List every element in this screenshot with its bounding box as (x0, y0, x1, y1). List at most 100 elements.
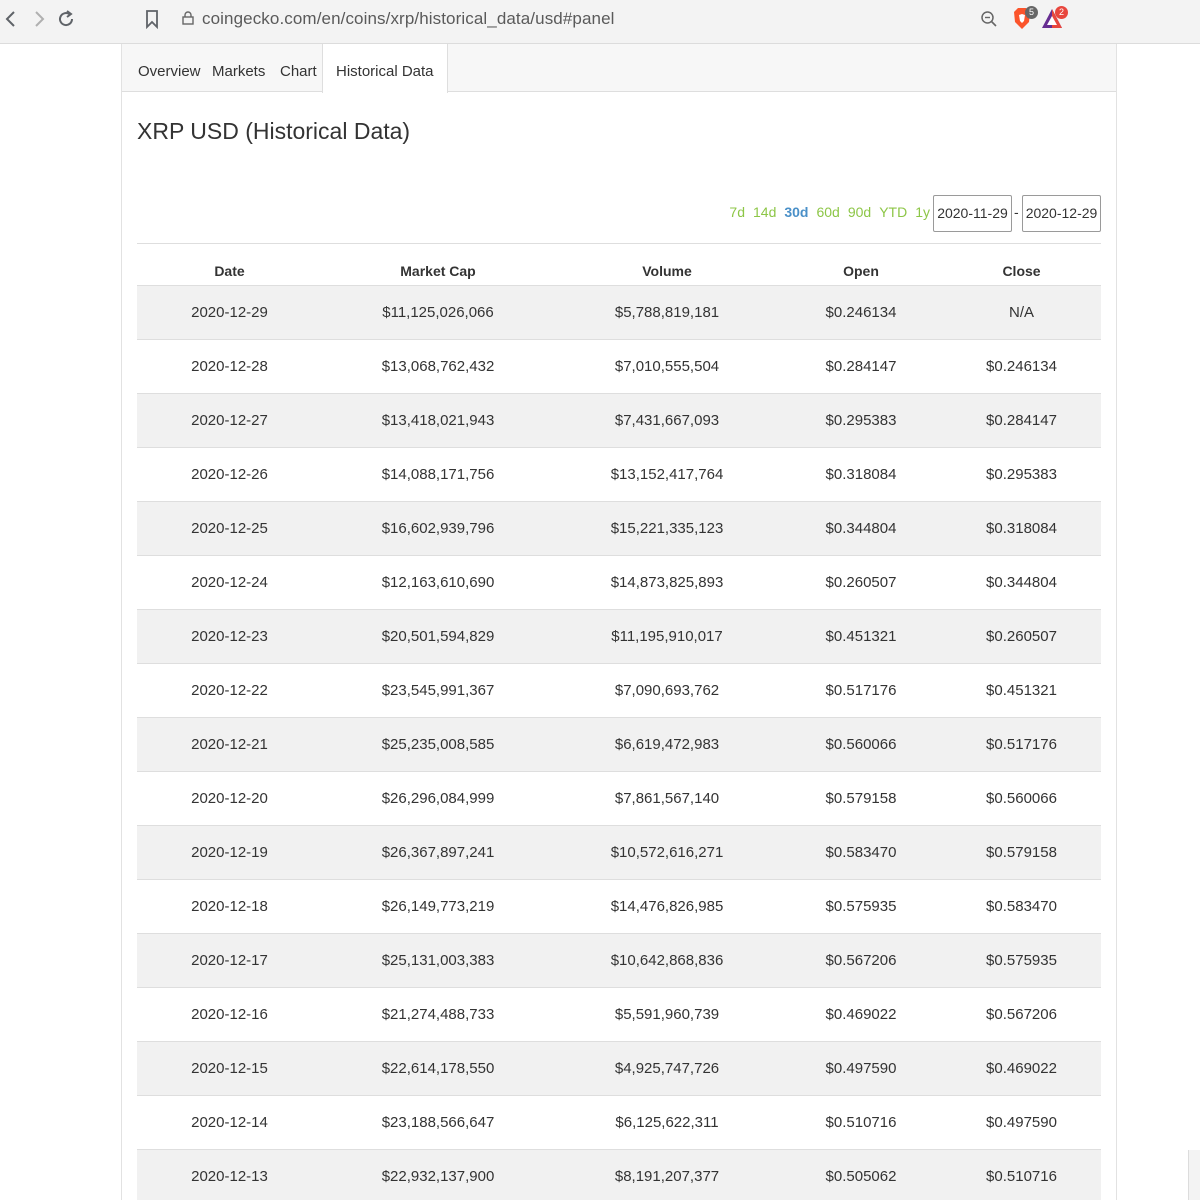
zoom-icon[interactable] (980, 10, 998, 28)
cell-market-cap: $12,163,610,690 (381, 574, 495, 591)
cell-date: 2020-12-19 (191, 844, 268, 861)
cell-close: $0.295383 (986, 466, 1057, 483)
cell-volume: $5,788,819,181 (614, 304, 720, 321)
table-row: 2020-12-13 $22,932,137,900 $8,191,207,377 $… (137, 1150, 1101, 1200)
cell-volume: $13,152,417,764 (610, 466, 724, 483)
table-body: 2020-12-29 $11,125,026,066 $5,788,819,181 $… (137, 286, 1101, 1200)
table-row: 2020-12-16 $21,274,488,733 $5,591,960,739 $… (137, 988, 1101, 1042)
cell-open: $0.344804 (825, 520, 897, 537)
bookmark-icon[interactable] (144, 9, 160, 30)
cell-date: 2020-12-22 (191, 682, 268, 699)
cell-date: 2020-12-28 (191, 358, 268, 375)
table-row: 2020-12-22 $23,545,991,367 $7,090,693,762 $… (137, 664, 1101, 718)
coin-panel: Overview Markets Chart Historical Data X… (121, 44, 1117, 1200)
cell-market-cap: $13,068,762,432 (381, 358, 495, 375)
cell-date: 2020-12-29 (191, 304, 268, 321)
table-row: 2020-12-24 $12,163,610,690 $14,873,825,893… (137, 556, 1101, 610)
cell-date: 2020-12-27 (191, 412, 268, 429)
back-icon[interactable] (0, 8, 22, 30)
cell-close: $0.284147 (986, 412, 1057, 429)
cell-date: 2020-12-25 (191, 520, 268, 537)
tab-markets[interactable]: Markets (212, 44, 265, 92)
cell-date: 2020-12-15 (191, 1060, 268, 1077)
range-7d[interactable]: 7d (729, 204, 745, 220)
tab-historical-data[interactable]: Historical Data (322, 44, 448, 93)
cell-market-cap: $22,932,137,900 (381, 1168, 495, 1185)
cell-market-cap: $25,235,008,585 (381, 736, 495, 753)
header-close: Close (1002, 263, 1041, 279)
header-date: Date (214, 263, 245, 279)
cell-close: $0.575935 (986, 952, 1057, 969)
cell-volume: $7,861,567,140 (614, 790, 720, 807)
range-ytd[interactable]: YTD (879, 204, 907, 220)
reload-icon[interactable] (55, 8, 77, 30)
table-row: 2020-12-15 $22,614,178,550 $4,925,747,726 $… (137, 1042, 1101, 1096)
header-volume: Volume (642, 263, 692, 279)
range-60d[interactable]: 60d (816, 204, 839, 220)
range-14d[interactable]: 14d (753, 204, 776, 220)
cell-open: $0.295383 (825, 412, 897, 429)
cell-volume: $14,873,825,893 (610, 574, 724, 591)
cell-close: $0.579158 (986, 844, 1057, 861)
table-row: 2020-12-20 $26,296,084,999 $7,861,567,140 $… (137, 772, 1101, 826)
cell-close: $0.344804 (986, 574, 1057, 591)
table-row: 2020-12-26 $14,088,171,756 $13,152,417,764… (137, 448, 1101, 502)
cell-open: $0.284147 (825, 358, 897, 375)
historical-data-table: Date Market Cap Volume Open Close 2020-1… (137, 243, 1101, 1200)
cell-market-cap: $26,367,897,241 (381, 844, 495, 861)
cell-close: $0.497590 (986, 1114, 1057, 1131)
table-row: 2020-12-29 $11,125,026,066 $5,788,819,181 $… (137, 286, 1101, 340)
cell-date: 2020-12-18 (191, 898, 268, 915)
cell-date: 2020-12-26 (191, 466, 268, 483)
date-to-input[interactable]: 2020-12-29 (1022, 195, 1101, 232)
address-bar[interactable]: coingecko.com/en/coins/xrp/historical_da… (172, 2, 1068, 36)
cell-open: $0.583470 (825, 844, 897, 861)
cell-volume: $14,476,826,985 (610, 898, 724, 915)
range-1y[interactable]: 1y (915, 204, 930, 220)
date-from-input[interactable]: 2020-11-29 (933, 195, 1012, 232)
cell-open: $0.510716 (825, 1114, 897, 1131)
brave-shields-icon[interactable]: 5 (1010, 6, 1038, 32)
cell-market-cap: $16,602,939,796 (381, 520, 495, 537)
scrollbar[interactable] (1188, 1150, 1200, 1200)
shields-count-badge: 5 (1025, 6, 1038, 19)
header-open: Open (843, 263, 879, 279)
table-row: 2020-12-21 $25,235,008,585 $6,619,472,983 $… (137, 718, 1101, 772)
cell-close: $0.246134 (986, 358, 1057, 375)
range-selector: 7d 14d 30d 60d 90d YTD 1y (721, 204, 930, 220)
tab-chart[interactable]: Chart (280, 44, 317, 92)
table-row: 2020-12-27 $13,418,021,943 $7,431,667,093 $… (137, 394, 1101, 448)
cell-market-cap: $13,418,021,943 (381, 412, 495, 429)
cell-date: 2020-12-23 (191, 628, 268, 645)
browser-toolbar: coingecko.com/en/coins/xrp/historical_da… (0, 0, 1200, 44)
cell-date: 2020-12-13 (191, 1168, 268, 1185)
cell-volume: $5,591,960,739 (614, 1006, 720, 1023)
cell-market-cap: $26,296,084,999 (381, 790, 495, 807)
header-market-cap: Market Cap (400, 263, 476, 279)
cell-market-cap: $26,149,773,219 (381, 898, 495, 915)
tab-overview[interactable]: Overview (138, 44, 201, 92)
table-row: 2020-12-14 $23,188,566,647 $6,125,622,311 $… (137, 1096, 1101, 1150)
lock-icon (182, 11, 194, 25)
cell-open: $0.318084 (825, 466, 897, 483)
range-90d[interactable]: 90d (848, 204, 871, 220)
cell-date: 2020-12-16 (191, 1006, 268, 1023)
cell-open: $0.497590 (825, 1060, 897, 1077)
range-30d[interactable]: 30d (784, 204, 808, 220)
cell-open: $0.567206 (825, 952, 897, 969)
table-row: 2020-12-18 $26,149,773,219 $14,476,826,985… (137, 880, 1101, 934)
url-text[interactable]: coingecko.com/en/coins/xrp/historical_da… (202, 9, 615, 29)
table-row: 2020-12-25 $16,602,939,796 $15,221,335,123… (137, 502, 1101, 556)
cell-open: $0.560066 (825, 736, 897, 753)
cell-close: $0.560066 (986, 790, 1057, 807)
forward-icon[interactable] (28, 8, 50, 30)
cell-market-cap: $21,274,488,733 (381, 1006, 495, 1023)
cell-market-cap: $23,188,566,647 (381, 1114, 495, 1131)
cell-volume: $6,619,472,983 (614, 736, 720, 753)
table-row: 2020-12-19 $26,367,897,241 $10,572,616,271… (137, 826, 1101, 880)
brave-rewards-icon[interactable]: 2 (1040, 6, 1068, 32)
date-separator: - (1014, 204, 1019, 220)
cell-date: 2020-12-17 (191, 952, 268, 969)
cell-volume: $10,572,616,271 (610, 844, 724, 861)
cell-open: $0.575935 (825, 898, 897, 915)
